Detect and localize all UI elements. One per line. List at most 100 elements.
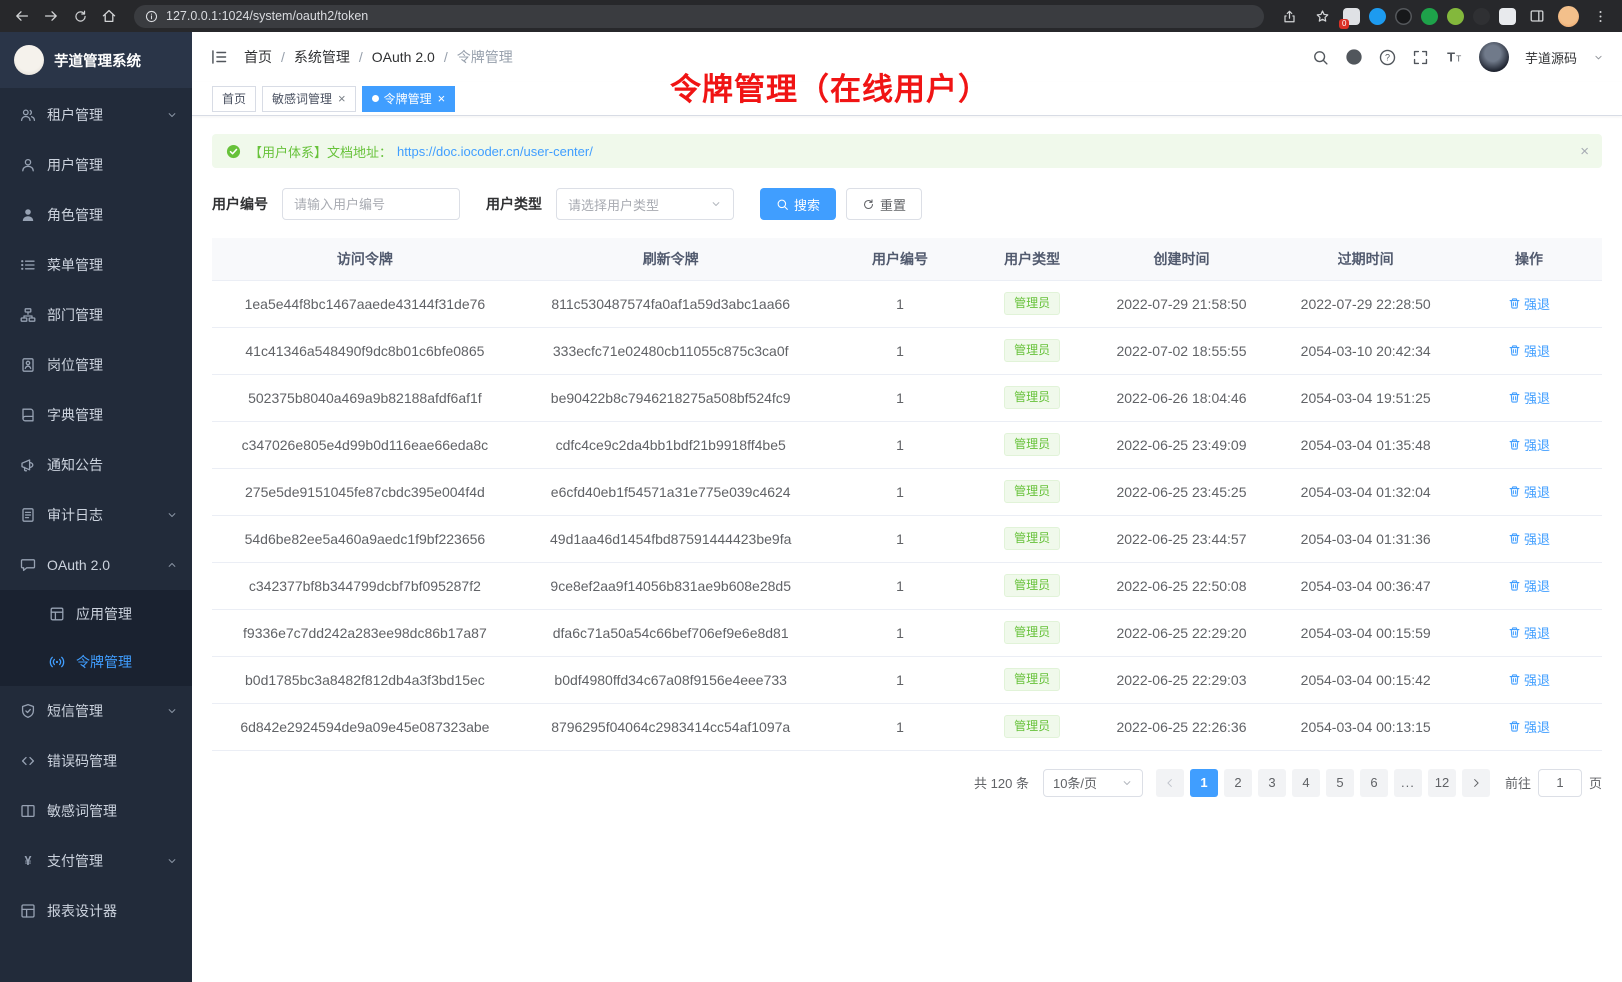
chrome-menu-icon[interactable] <box>1588 4 1612 28</box>
sidebar: 芋道管理系统 租户管理用户管理角色管理菜单管理部门管理岗位管理字典管理通知公告审… <box>0 32 192 982</box>
sidebar-item[interactable]: 岗位管理 <box>0 340 192 390</box>
page-ellipsis[interactable]: ... <box>1394 769 1422 797</box>
sidebar-item[interactable]: 菜单管理 <box>0 240 192 290</box>
sidebar-item[interactable]: 部门管理 <box>0 290 192 340</box>
sidebar-item[interactable]: ¥支付管理 <box>0 836 192 886</box>
page-info-icon[interactable] <box>145 10 158 23</box>
prev-page-button[interactable] <box>1156 769 1184 797</box>
chevron-right-icon <box>1470 777 1482 789</box>
next-page-button[interactable] <box>1462 769 1490 797</box>
user-id-input[interactable] <box>294 197 448 212</box>
user-type-tag: 管理员 <box>1004 715 1060 739</box>
sidebar-item[interactable]: 短信管理 <box>0 686 192 736</box>
pagination: 共 120 条 10条/页 123456...12 前往 页 <box>212 769 1602 797</box>
log-icon <box>20 507 36 523</box>
fullscreen-icon[interactable] <box>1412 49 1429 66</box>
page-button-12[interactable]: 12 <box>1428 769 1456 797</box>
sidebar-item[interactable]: 字典管理 <box>0 390 192 440</box>
force-logout-button[interactable]: 强退 <box>1508 576 1550 595</box>
sidebar-item[interactable]: 敏感词管理 <box>0 786 192 836</box>
expire-time-cell: 2054-03-04 00:13:15 <box>1275 703 1456 750</box>
sidebar-item[interactable]: 租户管理 <box>0 90 192 140</box>
tab[interactable]: 令牌管理× <box>362 86 456 112</box>
sidebar-item[interactable]: 错误码管理 <box>0 736 192 786</box>
help-icon[interactable]: ? <box>1379 49 1396 66</box>
extension-icon-3[interactable] <box>1395 8 1412 25</box>
font-size-icon[interactable]: TT <box>1445 48 1463 66</box>
side-panel-icon[interactable] <box>1525 4 1549 28</box>
search-icon[interactable] <box>1312 49 1329 66</box>
sidebar-item[interactable]: 通知公告 <box>0 440 192 490</box>
force-logout-label: 强退 <box>1524 294 1550 313</box>
alert-close-icon[interactable]: × <box>1580 144 1589 159</box>
page-button-2[interactable]: 2 <box>1224 769 1252 797</box>
breadcrumb-separator: / <box>444 49 448 65</box>
page-button-3[interactable]: 3 <box>1258 769 1286 797</box>
user-name[interactable]: 芋道源码 <box>1525 48 1577 67</box>
user-type-cell: 管理员 <box>976 280 1087 327</box>
breadcrumb-item[interactable]: OAuth 2.0 <box>372 49 435 65</box>
tab-close-icon[interactable]: × <box>438 92 446 105</box>
share-icon[interactable] <box>1277 4 1301 28</box>
browser-profile-avatar[interactable] <box>1558 6 1579 27</box>
force-logout-button[interactable]: 强退 <box>1508 717 1550 736</box>
force-logout-button[interactable]: 强退 <box>1508 482 1550 501</box>
user-type-cell: 管理员 <box>976 515 1087 562</box>
tab[interactable]: 首页 <box>212 86 256 112</box>
tab-close-icon[interactable]: × <box>338 92 346 105</box>
user-type-select[interactable]: 请选择用户类型 <box>556 188 734 220</box>
chat-icon <box>20 557 36 573</box>
success-check-icon <box>226 144 241 159</box>
breadcrumb-item[interactable]: 首页 <box>244 47 272 67</box>
column-header: 操作 <box>1456 238 1602 280</box>
table-row: 41c41346a548490f9dc8b01c6bfe0865333ecfc7… <box>212 327 1602 374</box>
action-cell: 强退 <box>1456 327 1602 374</box>
force-logout-button[interactable]: 强退 <box>1508 529 1550 548</box>
address-bar[interactable]: 127.0.0.1:1024/system/oauth2/token <box>134 5 1264 28</box>
sidebar-item[interactable]: 令牌管理 <box>0 638 192 686</box>
access-token-cell: 41c41346a548490f9dc8b01c6bfe0865 <box>212 327 518 374</box>
force-logout-button[interactable]: 强退 <box>1508 341 1550 360</box>
force-logout-button[interactable]: 强退 <box>1508 294 1550 313</box>
sidebar-item[interactable]: 角色管理 <box>0 190 192 240</box>
extension-icon-5[interactable] <box>1447 8 1464 25</box>
extension-icon-1[interactable]: 0 <box>1343 8 1360 25</box>
extension-icon-7[interactable] <box>1499 8 1516 25</box>
page-button-6[interactable]: 6 <box>1360 769 1388 797</box>
goto-label: 前往 <box>1505 773 1531 792</box>
tab[interactable]: 敏感词管理× <box>262 86 356 112</box>
extension-icon-6[interactable] <box>1473 8 1490 25</box>
forward-icon[interactable] <box>39 4 63 28</box>
sidebar-collapse-icon[interactable] <box>210 48 228 66</box>
back-icon[interactable] <box>10 4 34 28</box>
force-logout-button[interactable]: 强退 <box>1508 435 1550 454</box>
page-button-5[interactable]: 5 <box>1326 769 1354 797</box>
sidebar-item[interactable]: 应用管理 <box>0 590 192 638</box>
refresh-token-cell: 8796295f04064c2983414cc54af1097a <box>518 703 824 750</box>
app-logo[interactable]: 芋道管理系统 <box>0 32 192 88</box>
sidebar-item[interactable]: OAuth 2.0 <box>0 540 192 590</box>
sidebar-item[interactable]: 报表设计器 <box>0 886 192 936</box>
page-button-1[interactable]: 1 <box>1190 769 1218 797</box>
doc-link[interactable]: https://doc.iocoder.cn/user-center/ <box>397 144 593 159</box>
sidebar-item[interactable]: 用户管理 <box>0 140 192 190</box>
user-menu-caret-icon[interactable] <box>1593 52 1604 63</box>
reset-button[interactable]: 重置 <box>846 188 922 220</box>
page-size-select[interactable]: 10条/页 <box>1043 769 1143 797</box>
reload-icon[interactable] <box>68 4 92 28</box>
extension-icon-2[interactable] <box>1369 8 1386 25</box>
force-logout-button[interactable]: 强退 <box>1508 388 1550 407</box>
goto-page-input[interactable] <box>1538 769 1582 797</box>
extension-icon-4[interactable] <box>1421 8 1438 25</box>
force-logout-button[interactable]: 强退 <box>1508 670 1550 689</box>
force-logout-button[interactable]: 强退 <box>1508 623 1550 642</box>
search-button[interactable]: 搜索 <box>760 188 836 220</box>
github-icon[interactable] <box>1345 48 1363 66</box>
bookmark-star-icon[interactable] <box>1310 4 1334 28</box>
sidebar-item[interactable]: 审计日志 <box>0 490 192 540</box>
page-button-4[interactable]: 4 <box>1292 769 1320 797</box>
create-time-cell: 2022-07-02 18:55:55 <box>1088 327 1276 374</box>
user-avatar[interactable] <box>1479 42 1509 72</box>
home-icon[interactable] <box>97 4 121 28</box>
breadcrumb-item[interactable]: 系统管理 <box>294 47 350 67</box>
